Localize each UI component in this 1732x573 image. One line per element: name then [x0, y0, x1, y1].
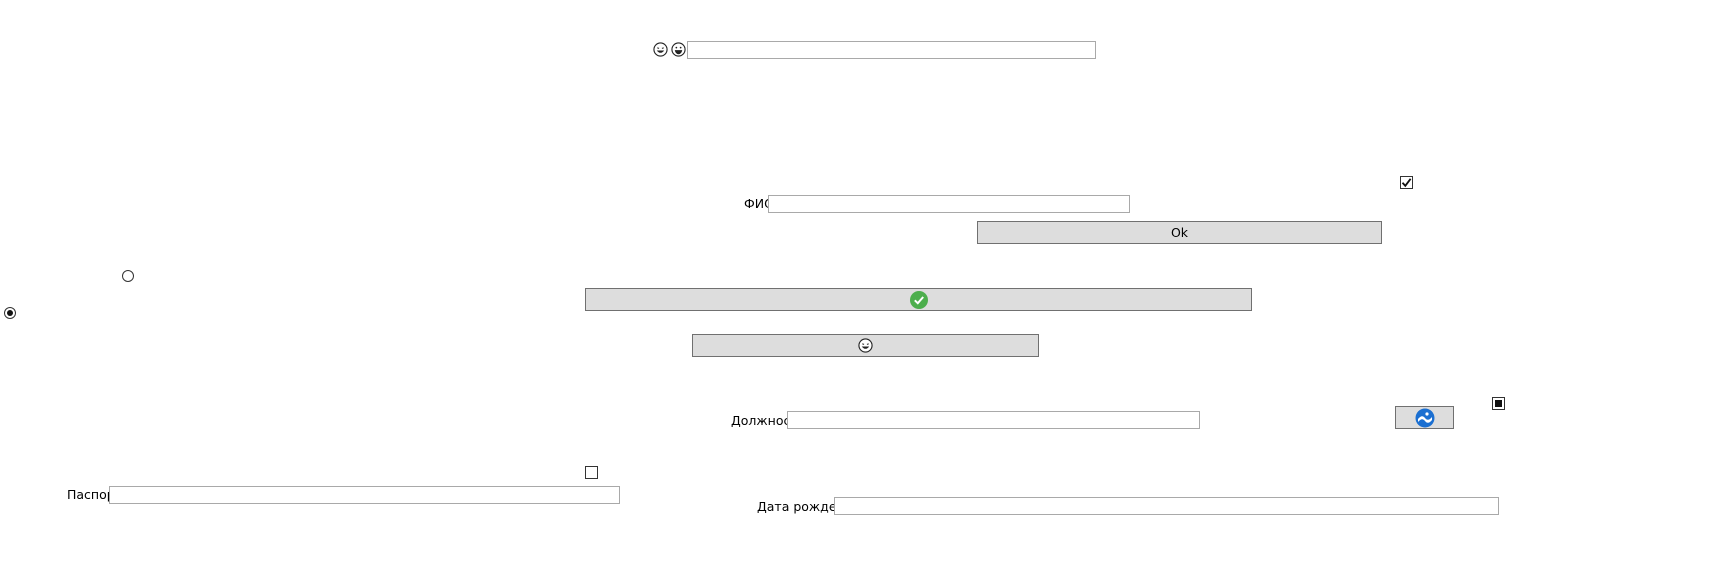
emoji-button[interactable] [692, 334, 1039, 357]
ok-button[interactable]: Ok [977, 221, 1382, 244]
position-input[interactable] [787, 411, 1200, 429]
indeterminate-checkbox[interactable] [1492, 397, 1505, 410]
radio-lower-selected[interactable] [4, 307, 16, 319]
indeterminate-mark [1495, 400, 1502, 407]
radio-dot [7, 310, 13, 316]
top-right-checkbox[interactable] [1400, 176, 1413, 189]
left-checkbox[interactable] [585, 466, 598, 479]
top-text-input[interactable] [687, 41, 1096, 59]
green-check-circle-icon [909, 290, 928, 309]
laughing-face-icon [653, 42, 668, 57]
blue-circle-logo-icon [1415, 408, 1435, 428]
fio-input[interactable] [768, 195, 1130, 213]
laughing-face-icon [858, 338, 873, 353]
birthdate-input[interactable] [834, 497, 1499, 515]
image-button[interactable] [1395, 406, 1454, 429]
checkmark-icon [1401, 178, 1412, 188]
passport-input[interactable] [109, 486, 620, 504]
radio-upper[interactable] [122, 270, 134, 282]
confirm-button[interactable] [585, 288, 1252, 311]
grinning-face-icon [671, 42, 686, 57]
